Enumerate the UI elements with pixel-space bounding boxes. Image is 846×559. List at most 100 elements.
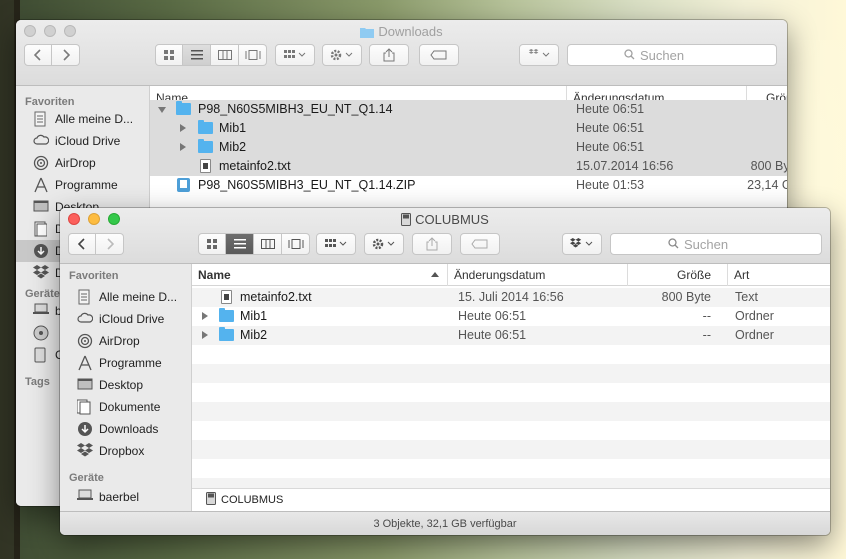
back-button[interactable] [68,233,96,255]
sidebar-item-documents[interactable]: Dokumente [60,396,191,418]
sidebar-item-icloud[interactable]: iCloud Drive [60,308,191,330]
sidebar-item-all-files[interactable]: Alle meine D... [16,108,149,130]
forward-button[interactable] [96,233,124,255]
path-segment[interactable]: COLUBMUS [221,494,283,506]
share-button[interactable] [369,44,409,66]
arrange-menu-button[interactable] [316,233,356,255]
forward-button[interactable] [52,44,80,66]
dropbox-menu-button[interactable] [562,233,602,255]
row-kind: Ordner [735,309,774,323]
folder-icon [219,308,234,322]
row-size: 23,14 GB [747,178,787,192]
sidebar-item-airdrop[interactable]: AirDrop [16,152,149,174]
tag-button[interactable] [460,233,500,255]
search-field[interactable] [567,44,777,66]
sidebar-heading-favorites: Favoriten [25,96,75,108]
sd-card-icon [401,213,412,229]
row-date: Heute 06:51 [576,121,645,135]
cloud-icon [33,133,50,149]
column-view-button[interactable] [254,233,282,255]
icon-view-button[interactable] [155,44,183,66]
sidebar: Favoriten Alle meine D... iCloud Drive A… [60,264,192,511]
documents-icon [33,221,49,237]
sidebar-item-all-files[interactable]: Alle meine D... [60,286,191,308]
column-header-kind[interactable]: Art [727,264,830,286]
row-kind: Ordner [735,328,774,342]
disclosure-triangle-icon[interactable] [202,331,208,339]
computer-icon [77,489,93,505]
coverflow-view-button[interactable] [239,44,267,66]
disclosure-triangle-icon[interactable] [202,312,208,320]
nav-buttons [68,233,124,255]
sidebar-item-desktop[interactable]: Desktop [60,374,191,396]
list-row[interactable]: metainfo2.txt 15.07.2014 16:56 800 Byte [150,157,787,176]
folder-icon [219,327,234,341]
column-view-button[interactable] [211,44,239,66]
row-date: Heute 06:51 [576,140,645,154]
sidebar-item-downloads[interactable]: Downloads [60,418,191,440]
view-mode-control [155,44,267,66]
folder-icon [198,139,213,153]
status-text: 3 Objekte, 32,1 GB verfügbar [373,518,517,530]
row-name: Mib1 [219,121,247,135]
nav-buttons [24,44,80,66]
airdrop-icon [77,333,93,349]
column-header-date[interactable]: Änderungsdatum [447,264,627,286]
icon-view-button[interactable] [198,233,226,255]
list-row[interactable]: Mib1 Heute 06:51 -- [150,119,787,138]
desktop-icon [33,199,49,215]
sidebar-heading-devices: Geräte [25,288,60,300]
cloud-icon [77,311,94,327]
row-kind: Text [735,290,758,304]
status-bar: 3 Objekte, 32,1 GB verfügbar [60,511,830,535]
list-view-button[interactable] [183,44,211,66]
empty-row [192,345,830,364]
list-row[interactable]: Mib2 Heute 06:51 -- [150,138,787,157]
row-name: P98_N60S5MIBH3_EU_NT_Q1.14 [198,102,393,116]
sidebar-item-dropbox[interactable]: Dropbox [60,440,191,462]
row-size: -- [720,100,787,119]
arrange-menu-button[interactable] [275,44,315,66]
search-icon [668,237,679,252]
sd-card-icon [206,491,216,508]
list-row[interactable]: metainfo2.txt 15. Juli 2014 16:56 800 By… [192,288,830,307]
sidebar-item-applications[interactable]: Programme [16,174,149,196]
colubmus-window: COLUBMUS Suchen Favoriten Alle meine D..… [60,208,830,535]
row-size: -- [702,328,711,342]
applications-icon [33,177,49,193]
list-row[interactable]: P98_N60S5MIBH3_EU_NT_Q1.14 Heute 06:51 -… [150,100,787,119]
sidebar-item-applications[interactable]: Programme [60,352,191,374]
empty-row [192,364,830,383]
view-mode-control [198,233,310,255]
sort-ascending-icon [431,272,439,277]
sidebar-item-icloud[interactable]: iCloud Drive [16,130,149,152]
disclosure-triangle-icon[interactable] [158,107,166,113]
text-file-icon [200,159,211,173]
dropbox-menu-button[interactable] [519,44,559,66]
row-name: metainfo2.txt [219,159,291,173]
list-row[interactable]: Mib1 Heute 06:51 -- Ordner [192,307,830,326]
sidebar-heading-tags: Tags [25,376,50,388]
disclosure-triangle-icon[interactable] [180,124,186,132]
list-row[interactable]: P98_N60S5MIBH3_EU_NT_Q1.14.ZIP Heute 01:… [150,176,787,195]
sidebar-item-airdrop[interactable]: AirDrop [60,330,191,352]
back-button[interactable] [24,44,52,66]
list-row[interactable]: Mib2 Heute 06:51 -- Ordner [192,326,830,345]
coverflow-view-button[interactable] [282,233,310,255]
list-view-button[interactable] [226,233,254,255]
search-input[interactable] [684,236,764,252]
column-header-size[interactable]: Größe [627,264,727,286]
share-button[interactable] [412,233,452,255]
tag-button[interactable] [419,44,459,66]
column-header-name[interactable]: Name [192,264,447,286]
action-menu-button[interactable] [322,44,362,66]
row-name: Mib1 [240,309,268,323]
action-menu-button[interactable] [364,233,404,255]
list-header: Name Änderungsdatum Größe Art [192,264,830,286]
disclosure-triangle-icon[interactable] [180,143,186,151]
folder-icon [176,101,191,115]
search-input[interactable] [640,47,720,63]
sidebar-item-computer[interactable]: baerbel [60,486,191,508]
row-date: Heute 01:53 [576,178,645,192]
search-field[interactable] [610,233,822,255]
